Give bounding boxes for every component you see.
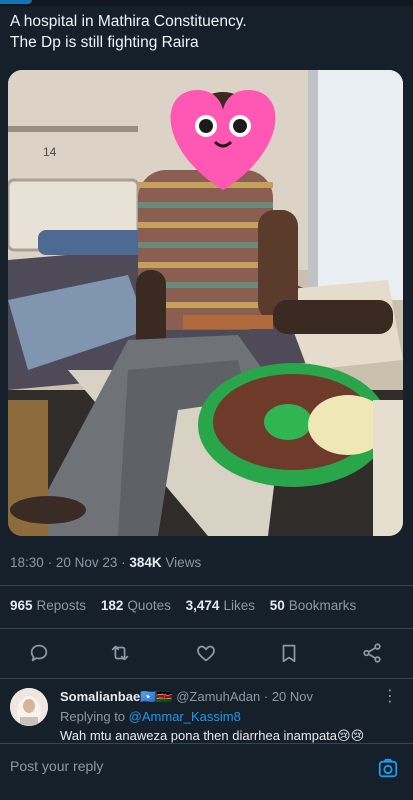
- replying-to: Replying to @Ammar_Kassim8: [60, 709, 241, 724]
- photo-illustration: 14: [8, 70, 403, 536]
- reply-tweet[interactable]: Somalianbae🇸🇴🇰🇪 @ZamuhAdan · 20 Nov ⋮ Re…: [0, 682, 413, 743]
- tweet-date: 20 Nov 23: [55, 555, 118, 570]
- reply-composer: [0, 744, 413, 800]
- like-icon[interactable]: [193, 640, 219, 666]
- reply-icon[interactable]: [26, 640, 52, 666]
- reposts-stat[interactable]: 965 Reposts: [10, 598, 86, 613]
- scroll-indicator: [0, 0, 32, 4]
- likes-stat[interactable]: 3,474 Likes: [186, 598, 255, 613]
- reply-header: Somalianbae🇸🇴🇰🇪 @ZamuhAdan · 20 Nov: [60, 689, 314, 704]
- quotes-stat[interactable]: 182 Quotes: [101, 598, 171, 613]
- reply-text: Wah mtu anaweza pona then diarrhea inamp…: [60, 728, 365, 743]
- more-options-icon[interactable]: ⋮: [382, 686, 399, 706]
- reply-author-name[interactable]: Somalianbae🇸🇴🇰🇪: [60, 689, 173, 704]
- reply-date: 20 Nov: [271, 689, 314, 704]
- reply-author-handle[interactable]: @ZamuhAdan: [176, 689, 260, 704]
- views-count: 384K: [129, 555, 162, 570]
- divider: [0, 678, 413, 679]
- bed-number: 14: [43, 145, 57, 159]
- top-edge: [0, 0, 413, 6]
- repost-icon[interactable]: [107, 640, 133, 666]
- tweet-meta: 18:30 · 20 Nov 23 · 384K Views: [10, 555, 202, 570]
- bookmark-icon[interactable]: [276, 640, 302, 666]
- action-bar: [0, 640, 413, 670]
- replying-to-handle[interactable]: @Ammar_Kassim8: [129, 709, 241, 724]
- divider: [0, 585, 413, 586]
- reply-input[interactable]: [10, 758, 330, 774]
- tweet-text: A hospital in Mathira Constituency. The …: [10, 13, 247, 51]
- tweet-photo[interactable]: 14: [8, 70, 403, 536]
- tweet-time: 18:30: [10, 555, 44, 570]
- divider: [0, 628, 413, 629]
- avatar[interactable]: [10, 688, 48, 726]
- bookmarks-stat[interactable]: 50 Bookmarks: [270, 598, 357, 613]
- engagement-stats: 965 Reposts 182 Quotes 3,474 Likes 50 Bookma…: [10, 598, 367, 613]
- camera-icon[interactable]: [377, 758, 399, 780]
- avatar-image: [10, 688, 48, 726]
- share-icon[interactable]: [359, 640, 385, 666]
- views-label: Views: [165, 555, 202, 570]
